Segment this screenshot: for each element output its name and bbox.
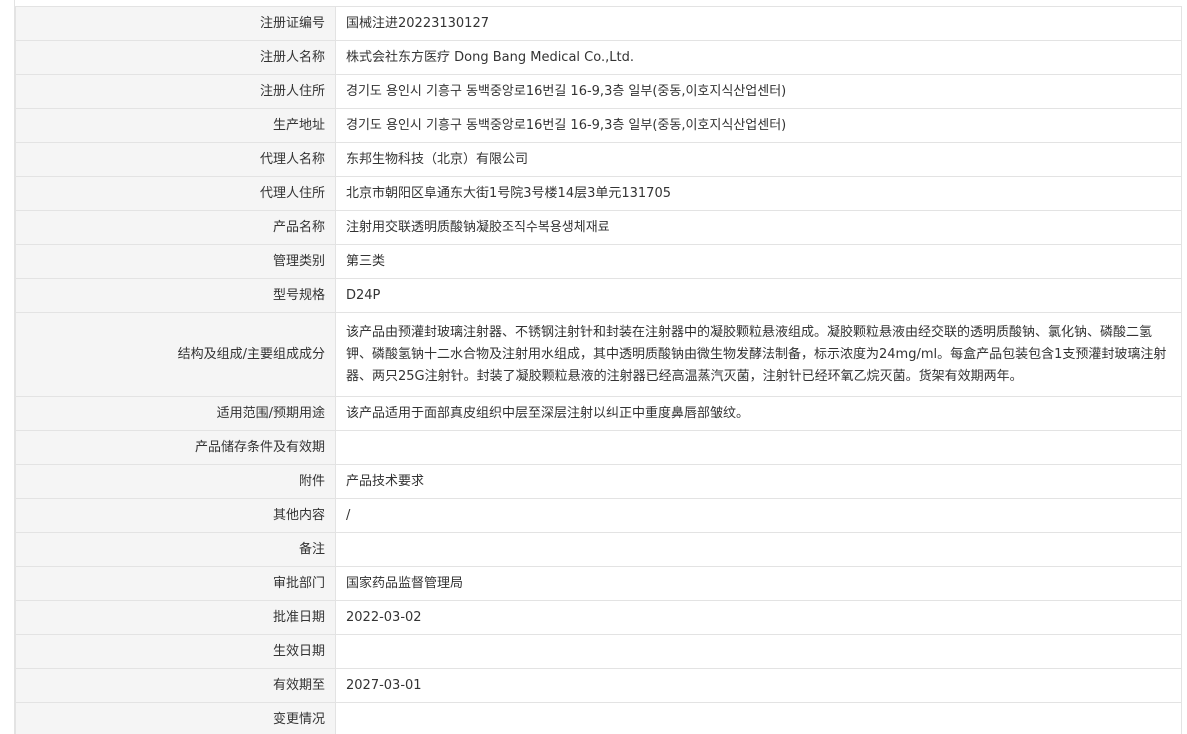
row-model-spec: 型号规格 D24P — [15, 278, 1182, 313]
label-remarks: 备注 — [15, 532, 336, 567]
value-agent-address: 北京市朝阳区阜通东大街1号院3号楼14层3单元131705 — [335, 176, 1182, 211]
label-model-spec: 型号规格 — [15, 278, 336, 313]
value-registrant-address: 경기도 용인시 기흥구 동백중앙로16번길 16-9,3층 일부(중동,이호지식… — [335, 74, 1182, 109]
row-product-name: 产品名称 注射用交联透明质酸钠凝胶조직수복용생체재료 — [15, 210, 1182, 245]
row-registration-number: 注册证编号 国械注进20223130127 — [15, 6, 1182, 41]
value-valid-until: 2027-03-01 — [335, 668, 1182, 703]
value-agent-name: 东邦生物科技（北京）有限公司 — [335, 142, 1182, 177]
row-approval-department: 审批部门 国家药品监督管理局 — [15, 566, 1182, 601]
row-intended-use: 适用范围/预期用途 该产品适用于面部真皮组织中层至深层注射以纠正中重度鼻唇部皱纹… — [15, 396, 1182, 431]
row-effective-date: 生效日期 — [15, 634, 1182, 669]
value-production-address: 경기도 용인시 기흥구 동백중앙로16번길 16-9,3층 일부(중동,이호지식… — [335, 108, 1182, 143]
label-registration-number: 注册证编号 — [15, 6, 336, 41]
row-approval-date: 批准日期 2022-03-02 — [15, 600, 1182, 635]
label-intended-use: 适用范围/预期用途 — [15, 396, 336, 431]
value-model-spec: D24P — [335, 278, 1182, 313]
label-effective-date: 生效日期 — [15, 634, 336, 669]
value-management-category: 第三类 — [335, 244, 1182, 279]
registration-detail-panel: 注册证编号 国械注进20223130127 注册人名称 株式会社东方医疗 Don… — [0, 0, 1187, 734]
label-storage-conditions: 产品储存条件及有效期 — [15, 430, 336, 465]
value-approval-department: 国家药品监督管理局 — [335, 566, 1182, 601]
value-remarks — [335, 532, 1182, 567]
label-production-address: 生产地址 — [15, 108, 336, 143]
label-agent-name: 代理人名称 — [15, 142, 336, 177]
row-registrant-name: 注册人名称 株式会社东方医疗 Dong Bang Medical Co.,Ltd… — [15, 40, 1182, 75]
row-remarks: 备注 — [15, 532, 1182, 567]
row-agent-address: 代理人住所 北京市朝阳区阜通东大街1号院3号楼14层3单元131705 — [15, 176, 1182, 211]
value-storage-conditions — [335, 430, 1182, 465]
row-agent-name: 代理人名称 东邦生物科技（北京）有限公司 — [15, 142, 1182, 177]
label-management-category: 管理类别 — [15, 244, 336, 279]
label-change-status: 变更情况 — [15, 702, 336, 734]
value-approval-date: 2022-03-02 — [335, 600, 1182, 635]
label-registrant-name: 注册人名称 — [15, 40, 336, 75]
label-structure-composition: 结构及组成/主要组成成分 — [15, 312, 336, 397]
label-approval-department: 审批部门 — [15, 566, 336, 601]
row-structure-composition: 结构及组成/主要组成成分 该产品由预灌封玻璃注射器、不锈钢注射针和封装在注射器中… — [15, 312, 1182, 397]
row-management-category: 管理类别 第三类 — [15, 244, 1182, 279]
row-production-address: 生产地址 경기도 용인시 기흥구 동백중앙로16번길 16-9,3층 일부(중동… — [15, 108, 1182, 143]
label-attachment: 附件 — [15, 464, 336, 499]
registration-detail-table: 注册证编号 国械注进20223130127 注册人名称 株式会社东方医疗 Don… — [15, 6, 1182, 734]
value-attachment: 产品技术要求 — [335, 464, 1182, 499]
value-change-status — [335, 702, 1182, 734]
label-agent-address: 代理人住所 — [15, 176, 336, 211]
label-product-name: 产品名称 — [15, 210, 336, 245]
label-valid-until: 有效期至 — [15, 668, 336, 703]
value-intended-use: 该产品适用于面部真皮组织中层至深层注射以纠正中重度鼻唇部皱纹。 — [335, 396, 1182, 431]
value-registration-number: 国械注进20223130127 — [335, 6, 1182, 41]
row-attachment: 附件 产品技术要求 — [15, 464, 1182, 499]
label-other-content: 其他内容 — [15, 498, 336, 533]
label-approval-date: 批准日期 — [15, 600, 336, 635]
value-other-content: / — [335, 498, 1182, 533]
row-registrant-address: 注册人住所 경기도 용인시 기흥구 동백중앙로16번길 16-9,3층 일부(중… — [15, 74, 1182, 109]
value-registrant-name: 株式会社东方医疗 Dong Bang Medical Co.,Ltd. — [335, 40, 1182, 75]
row-valid-until: 有效期至 2027-03-01 — [15, 668, 1182, 703]
value-effective-date — [335, 634, 1182, 669]
value-structure-composition: 该产品由预灌封玻璃注射器、不锈钢注射针和封装在注射器中的凝胶颗粒悬液组成。凝胶颗… — [335, 312, 1182, 397]
row-other-content: 其他内容 / — [15, 498, 1182, 533]
label-registrant-address: 注册人住所 — [15, 74, 336, 109]
row-storage-conditions: 产品储存条件及有效期 — [15, 430, 1182, 465]
value-product-name: 注射用交联透明质酸钠凝胶조직수복용생체재료 — [335, 210, 1182, 245]
row-change-status: 变更情况 — [15, 702, 1182, 734]
